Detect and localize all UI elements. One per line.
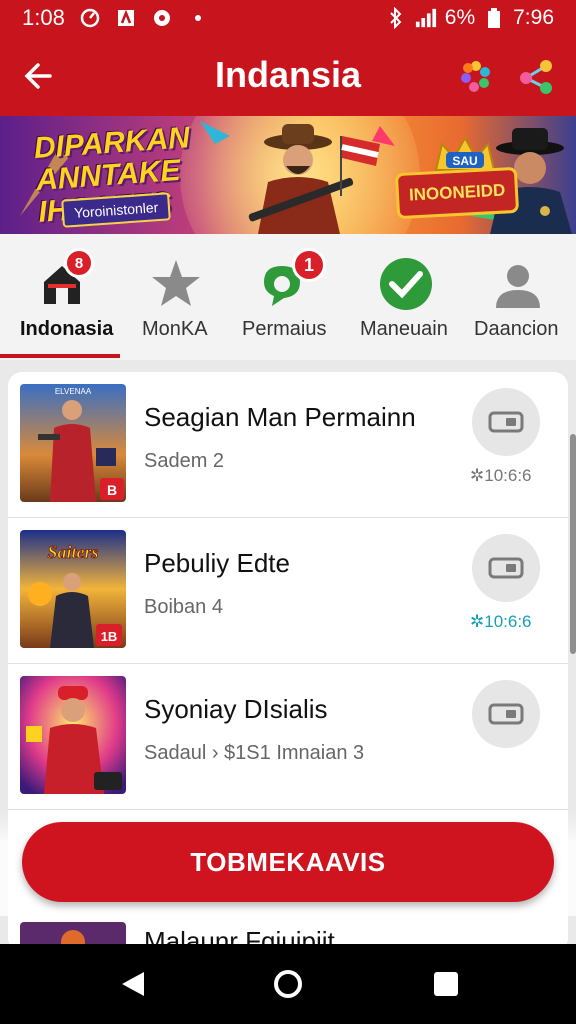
item-subtitle: Sadaul › $1S1 Imnaian 3: [144, 742, 365, 764]
tab-label: Daancion: [474, 318, 559, 340]
item-time: ✲10:6:6: [470, 466, 532, 485]
item-title: Syoniay DIsialis: [144, 694, 328, 724]
promo-banner[interactable]: DIPARKAN ANNTAKE IHGAETS Yoroinistonler …: [0, 116, 576, 234]
item-subtitle: Sadem 2: [144, 450, 225, 472]
ticket-icon: [488, 411, 524, 433]
circle-icon: [151, 7, 173, 29]
tab-permaius[interactable]: 1 Permaius: [236, 234, 340, 360]
list-item[interactable]: 1B Saiters Pebuliy Edte Boiban 4 ✲10:6:6: [8, 518, 568, 664]
item-title: Pebuliy Edte: [144, 548, 290, 578]
user-icon: [488, 256, 548, 312]
category-tabs: 8 Indonasia MonKA 1 Permaius Maneuain Da…: [0, 234, 576, 360]
item-title: Seagian Man Permainn: [144, 402, 416, 432]
recents-square-icon: [434, 972, 458, 996]
scrollbar[interactable]: [570, 434, 576, 654]
game-thumbnail[interactable]: [20, 922, 126, 944]
game-thumbnail[interactable]: 1B Saiters: [20, 530, 126, 648]
home-circle-icon: [274, 970, 302, 998]
thumb-caption: Saiters: [47, 542, 98, 562]
ticket-button[interactable]: [472, 388, 540, 456]
banner-badge: INOONEIDD: [394, 166, 520, 220]
game-thumbnail[interactable]: [20, 676, 126, 794]
ticket-icon: [488, 557, 524, 579]
tab-label: Indonasia: [20, 318, 114, 340]
tab-maneuain[interactable]: Maneuain: [356, 234, 456, 360]
tab-active-indicator: [0, 354, 120, 358]
primary-cta-button[interactable]: TOBMEKAAVIS: [22, 822, 554, 902]
arrow-left-icon: [24, 63, 52, 89]
item-title: Malaunr Fqiuipiit: [144, 926, 335, 944]
tab-monka[interactable]: MonKA: [128, 234, 228, 360]
tab-label: Maneuain: [360, 318, 448, 340]
colorful-dots-button[interactable]: [456, 56, 496, 96]
status-bar: 1:08 6% 7:96: [0, 0, 576, 36]
battery-icon: [483, 7, 505, 29]
share-icon: [520, 60, 552, 94]
status-clock: 7:96: [513, 6, 554, 29]
signal-icon: [415, 7, 437, 29]
battery-percent: 6%: [444, 6, 476, 29]
ticket-button[interactable]: [472, 680, 540, 748]
cta-container: TOBMEKAAVIS: [0, 812, 576, 916]
app-bar: Indansia: [0, 36, 576, 116]
thumb-badge: B: [107, 482, 117, 498]
nav-back-button[interactable]: [110, 962, 154, 1006]
speed-icon: [79, 7, 101, 29]
ticket-icon: [488, 703, 524, 725]
list-item[interactable]: Syoniay DIsialis Sadaul › $1S1 Imnaian 3: [8, 664, 568, 810]
tab-indonasia[interactable]: 8 Indonasia: [0, 234, 120, 360]
system-nav-bar: [0, 944, 576, 1024]
tab-badge: 8: [64, 248, 94, 278]
colorful-dots-icon: [461, 61, 490, 92]
thumb-caption: ELVENAA: [55, 387, 92, 396]
item-time: ✲10:6:6: [470, 612, 532, 631]
share-button[interactable]: [516, 56, 558, 96]
star-icon: [146, 256, 206, 312]
back-button[interactable]: [18, 56, 58, 96]
tab-label: MonKA: [142, 318, 208, 340]
ticket-button[interactable]: [472, 534, 540, 602]
tab-label: Permaius: [242, 318, 327, 340]
nav-recents-button[interactable]: [424, 962, 468, 1006]
thumb-badge: 1B: [101, 629, 118, 644]
list-item[interactable]: B ELVENAA Seagian Man Permainn Sadem 2 ✲…: [8, 372, 568, 518]
back-triangle-icon: [122, 972, 144, 996]
dot-icon: [187, 7, 209, 29]
item-subtitle: Boiban 4: [144, 596, 223, 618]
tab-badge: 1: [292, 248, 326, 282]
app-icon: [115, 7, 137, 29]
check-icon: [376, 256, 436, 312]
status-time: 1:08: [22, 5, 65, 30]
game-thumbnail[interactable]: B ELVENAA: [20, 384, 126, 502]
banner-badge-top-text: SAU: [452, 154, 477, 168]
tab-daancion[interactable]: Daancion: [474, 234, 574, 360]
nav-home-button[interactable]: [266, 962, 310, 1006]
bluetooth-icon: [385, 7, 407, 29]
